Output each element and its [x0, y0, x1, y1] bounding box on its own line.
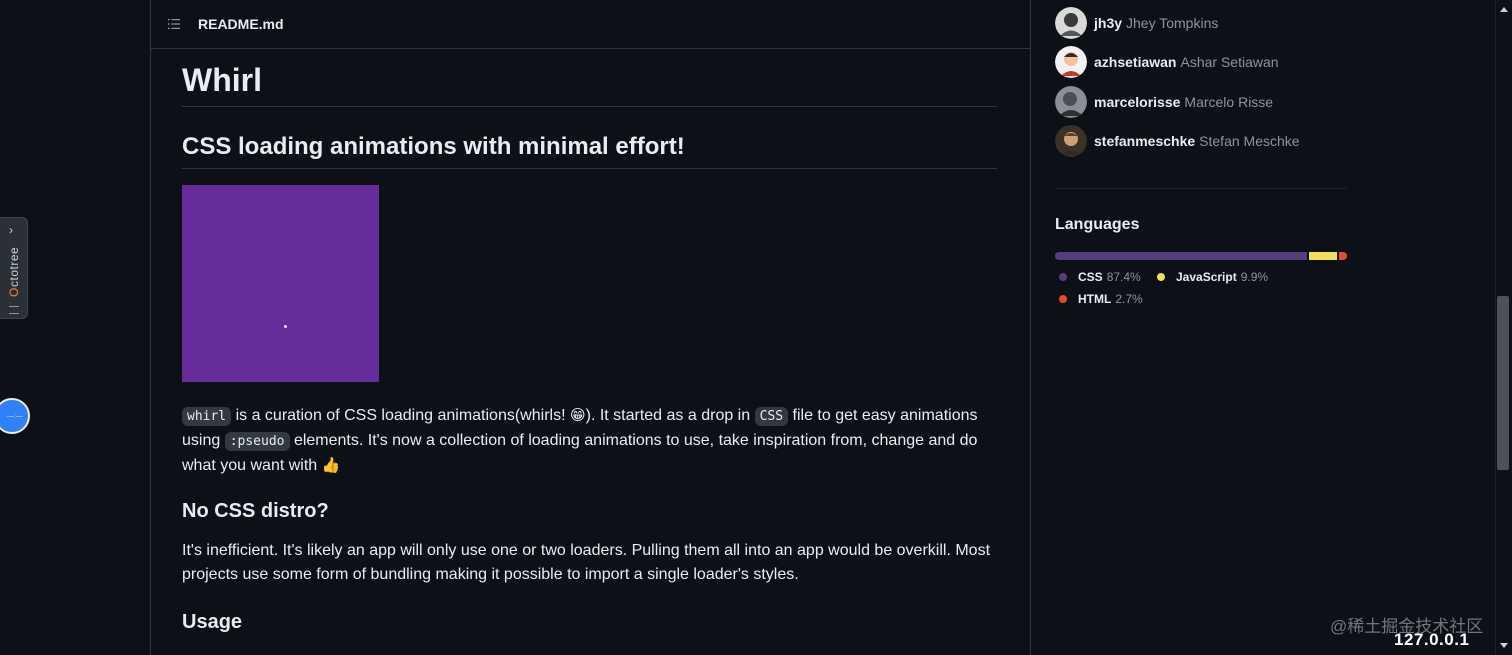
- octotree-label: Octotree: [7, 246, 21, 298]
- language-item[interactable]: CSS 87.4%: [1059, 270, 1141, 284]
- left-gutter: [0, 0, 150, 655]
- contributor-username[interactable]: azhsetiawan: [1094, 54, 1176, 70]
- avatar[interactable]: [1055, 46, 1087, 78]
- divider: [182, 106, 997, 107]
- language-bar-segment[interactable]: [1339, 252, 1347, 260]
- readme-header: README.md: [151, 0, 1030, 49]
- floating-button-label: —:—: [7, 412, 23, 420]
- grin-emoji-icon: 😁: [569, 407, 586, 424]
- thumbs-up-emoji-icon: 👍: [321, 457, 341, 474]
- contributor-fullname: Jhey Tompkins: [1126, 15, 1219, 31]
- drag-handle-icon[interactable]: [9, 306, 19, 314]
- chevron-right-icon[interactable]: ›: [9, 224, 13, 236]
- contributor-fullname: Marcelo Risse: [1184, 94, 1274, 110]
- page-title: Whirl: [182, 62, 262, 98]
- contributor-row[interactable]: stefanmeschke Stefan Meschke: [1055, 125, 1300, 157]
- code-whirl: whirl: [182, 407, 232, 426]
- contributor-username[interactable]: jh3y: [1094, 15, 1122, 31]
- intro-paragraph: whirl is a curation of CSS loading anima…: [182, 404, 997, 478]
- divider: [1055, 188, 1347, 189]
- contributor-fullname: Stefan Meschke: [1199, 133, 1300, 149]
- language-bar-segment[interactable]: [1308, 252, 1338, 260]
- avatar[interactable]: [1055, 86, 1087, 118]
- host-label: 127.0.0.1: [1394, 630, 1470, 649]
- contributor-username[interactable]: marcelorisse: [1094, 94, 1180, 110]
- languages-bar: [1055, 252, 1347, 260]
- languages-heading: Languages: [1055, 216, 1140, 233]
- readme-filename: README.md: [198, 16, 284, 32]
- language-name: CSS: [1078, 270, 1103, 284]
- contributor-row[interactable]: marcelorisse Marcelo Risse: [1055, 86, 1273, 118]
- language-name: JavaScript: [1176, 270, 1237, 284]
- divider: [182, 168, 997, 169]
- code-css: CSS: [754, 407, 789, 426]
- language-bar-segment[interactable]: [1055, 252, 1307, 260]
- language-name: HTML: [1078, 292, 1112, 306]
- loader-demo-image: [182, 185, 379, 382]
- avatar[interactable]: [1055, 7, 1087, 39]
- table-of-contents-icon[interactable]: [167, 17, 181, 31]
- heading-usage: Usage: [182, 611, 243, 633]
- octotree-sidebar-toggle[interactable]: › Octotree: [0, 217, 28, 319]
- language-color-dot: [1157, 273, 1165, 281]
- scroll-up-arrow-icon[interactable]: [1500, 7, 1508, 12]
- scroll-down-arrow-icon[interactable]: [1500, 643, 1508, 648]
- language-color-dot: [1059, 273, 1067, 281]
- contributor-username[interactable]: stefanmeschke: [1094, 133, 1195, 149]
- avatar[interactable]: [1055, 125, 1087, 157]
- code-pseudo: :pseudo: [224, 432, 290, 451]
- language-percent: 2.7%: [1115, 292, 1143, 306]
- loader-dot: [284, 325, 287, 328]
- scrollbar-thumb[interactable]: [1497, 296, 1509, 470]
- no-css-paragraph: It's inefficient. It's likely an app wil…: [182, 542, 991, 583]
- contributor-row[interactable]: azhsetiawan Ashar Setiawan: [1055, 46, 1279, 78]
- language-percent: 87.4%: [1106, 270, 1141, 284]
- subtitle-heading: CSS loading animations with minimal effo…: [182, 133, 685, 160]
- heading-no-css-distro: No CSS distro?: [182, 500, 329, 522]
- contributor-row[interactable]: jh3y Jhey Tompkins: [1055, 7, 1218, 39]
- language-item[interactable]: JavaScript 9.9%: [1157, 270, 1268, 284]
- contributor-fullname: Ashar Setiawan: [1180, 54, 1279, 70]
- language-item[interactable]: HTML 2.7%: [1059, 292, 1143, 306]
- language-percent: 9.9%: [1240, 270, 1269, 284]
- language-color-dot: [1059, 295, 1067, 303]
